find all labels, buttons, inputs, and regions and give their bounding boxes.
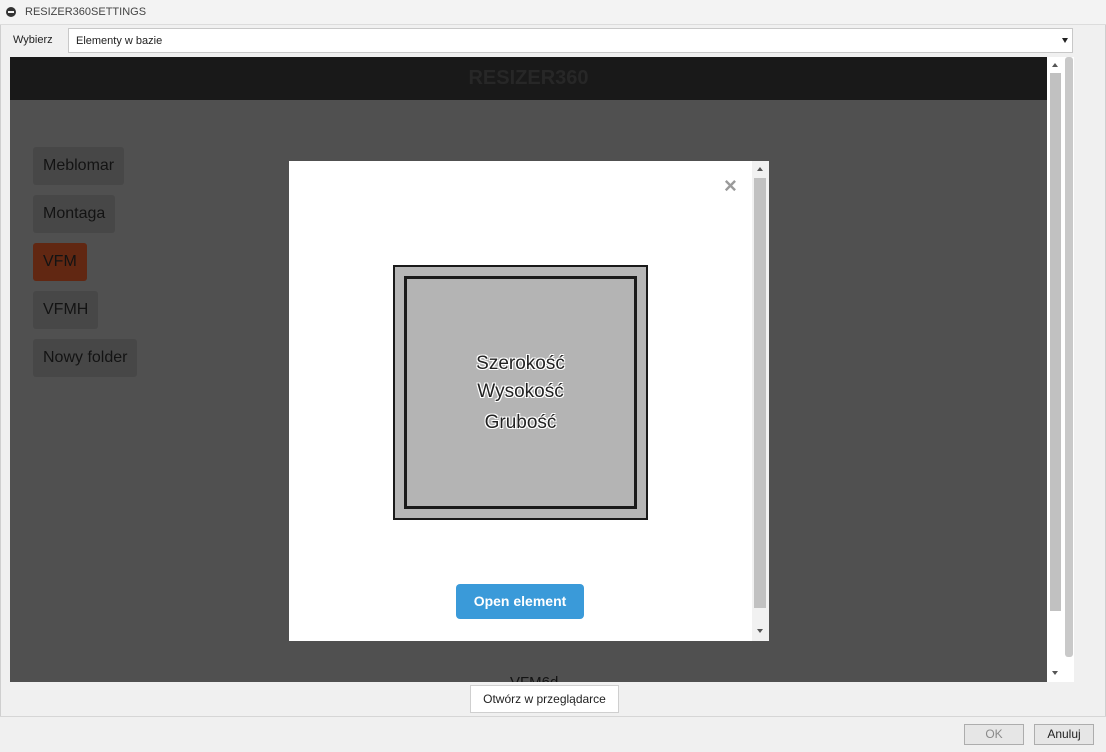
close-icon[interactable]: ×	[724, 175, 737, 197]
dimension-width: Szerokość	[476, 353, 565, 374]
ok-button[interactable]: OK	[964, 724, 1024, 745]
outer-scrollbar-rail[interactable]	[1065, 57, 1073, 657]
element-thumbnail: Szerokość Wysokość Grubość	[393, 265, 648, 520]
modal-scroll-up-icon[interactable]	[757, 167, 763, 171]
modal-scroll-down-icon[interactable]	[757, 629, 763, 633]
scrollbar-thumb[interactable]	[1050, 73, 1061, 611]
page-scrollbar[interactable]	[1047, 57, 1074, 682]
selector-label: Wybierz	[13, 34, 53, 46]
window-title: RESIZER360SETTINGS	[25, 6, 147, 18]
open-in-browser-button[interactable]: Otwórz w przeglądarce	[470, 685, 619, 713]
chevron-down-icon	[1062, 38, 1068, 43]
element-preview-modal: × Szerokość Wysokość Grubość Open elemen…	[289, 161, 769, 641]
dimension-height: Wysokość	[477, 381, 564, 402]
scroll-down-icon[interactable]	[1052, 671, 1058, 675]
selector-row: Wybierz Elementy w bazie	[0, 27, 1106, 55]
modal-scrollbar[interactable]	[752, 161, 769, 641]
selector-dropdown[interactable]: Elementy w bazie	[68, 28, 1073, 53]
scroll-up-icon[interactable]	[1052, 63, 1058, 67]
dialog-button-bar: OK Anuluj	[0, 716, 1106, 752]
dimension-thickness: Grubość	[484, 412, 557, 433]
title-bar: RESIZER360SETTINGS	[0, 0, 1106, 25]
selector-value: Elementy w bazie	[76, 35, 163, 47]
window-menu-icon[interactable]	[6, 7, 16, 17]
cancel-button[interactable]: Anuluj	[1034, 724, 1094, 745]
open-element-button[interactable]: Open element	[456, 584, 584, 619]
modal-scrollbar-thumb[interactable]	[754, 178, 766, 608]
scrollbar-track[interactable]	[1048, 57, 1062, 682]
